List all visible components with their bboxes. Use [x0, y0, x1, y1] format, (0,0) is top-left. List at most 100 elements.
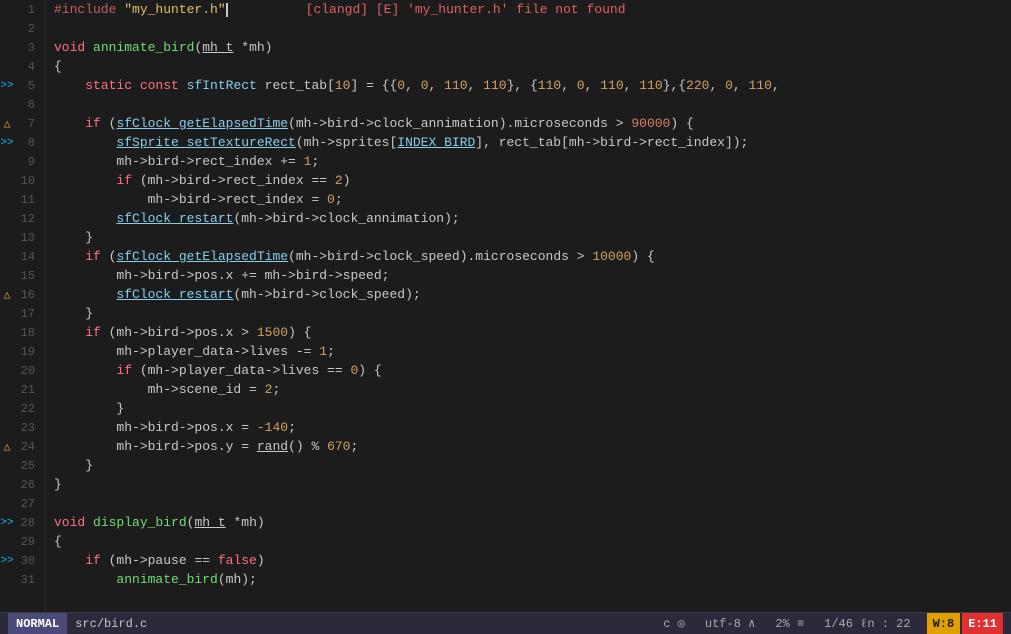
code-token — [54, 76, 85, 95]
code-token: { — [54, 532, 62, 551]
code-token: (mh->bird->rect_index == — [140, 171, 335, 190]
code-token: mh->player_data->lives -= — [54, 342, 319, 361]
gutter-row-16: △ 16 — [0, 285, 41, 304]
code-token: } — [54, 456, 93, 475]
code-token: if — [85, 323, 108, 342]
code-token — [54, 570, 116, 589]
code-token: ; — [311, 152, 319, 171]
code-lines[interactable]: #include "my_hunter.h" [clangd] [E] 'my_… — [46, 0, 1011, 612]
gutter-row-5: >> 5 — [0, 76, 41, 95]
code-token: const — [140, 76, 187, 95]
editor: 1 2 3 4 >> 5 6 △ — [0, 0, 1011, 634]
code-token — [54, 285, 116, 304]
code-token: ) { — [288, 323, 311, 342]
linenum-19: 19 — [17, 345, 35, 359]
code-token: ( — [194, 38, 202, 57]
linenum-23: 23 — [17, 421, 35, 435]
code-line-8: sfSprite_setTextureRect(mh->sprites[INDE… — [46, 133, 1011, 152]
code-token: 220 — [686, 76, 709, 95]
code-line-7: if (sfClock_getElapsedTime(mh->bird->clo… — [46, 114, 1011, 133]
status-encoding: utf-8 ∧ — [705, 616, 755, 631]
code-token: ] = {{ — [350, 76, 397, 95]
code-token — [54, 551, 85, 570]
linenum-16: 16 — [17, 288, 35, 302]
code-token: } — [54, 475, 62, 494]
code-token: 2 — [265, 380, 273, 399]
gutter-row-14: 14 — [0, 247, 41, 266]
code-token: , — [405, 76, 421, 95]
code-token: () % — [288, 437, 327, 456]
linenum-26: 26 — [17, 478, 35, 492]
code-token: INDEX_BIRD — [397, 133, 475, 152]
code-token: } — [54, 304, 93, 323]
status-section-c: c ◎ — [663, 616, 685, 631]
gutter-row-12: 12 — [0, 209, 41, 228]
code-line-19: mh->player_data->lives -= 1; — [46, 342, 1011, 361]
code-token: (mh->sprites[ — [296, 133, 397, 152]
code-line-25: } — [46, 456, 1011, 475]
code-token: , — [561, 76, 577, 95]
code-token: 1500 — [257, 323, 288, 342]
code-token: 0 — [725, 76, 733, 95]
linenum-10: 10 — [17, 174, 35, 188]
linenum-8: 8 — [17, 136, 35, 150]
code-token: 10 — [335, 76, 351, 95]
gutter-row-15: 15 — [0, 266, 41, 285]
code-line-29: { — [46, 532, 1011, 551]
code-line-21: mh->scene_id = 2; — [46, 380, 1011, 399]
linenum-1: 1 — [17, 3, 35, 17]
code-token: 0 — [327, 190, 335, 209]
code-token: sfIntRect — [187, 76, 265, 95]
code-line-2 — [46, 19, 1011, 38]
code-token: -140 — [257, 418, 288, 437]
linenum-7: 7 — [17, 117, 35, 131]
code-token: mh->bird->pos.x += mh->bird->speed; — [54, 266, 389, 285]
code-token: ( — [109, 114, 117, 133]
gutter-row-28: >> 28 — [0, 513, 41, 532]
code-token: } — [54, 228, 93, 247]
code-line-20: if (mh->player_data->lives == 0) { — [46, 361, 1011, 380]
code-line-9: mh->bird->rect_index += 1; — [46, 152, 1011, 171]
code-line-24: mh->bird->pos.y = rand() % 670; — [46, 437, 1011, 456]
code-line-10: if (mh->bird->rect_index == 2) — [46, 171, 1011, 190]
code-line-16: sfClock_restart(mh->bird->clock_speed); — [46, 285, 1011, 304]
linenum-30: 30 — [17, 554, 35, 568]
code-token: 670 — [327, 437, 350, 456]
code-token — [54, 209, 116, 228]
linenum-9: 9 — [17, 155, 35, 169]
code-token: , — [733, 76, 749, 95]
gutter-row-7: △ 7 — [0, 114, 41, 133]
code-line-6 — [46, 95, 1011, 114]
code-token: rect_tab[ — [265, 76, 335, 95]
code-token: ) { — [670, 114, 693, 133]
gutter-row-18: 18 — [0, 323, 41, 342]
code-token: (mh->player_data->lives == — [140, 361, 351, 380]
code-token: false — [218, 551, 257, 570]
code-token: ; — [335, 190, 343, 209]
code-token: mh_t — [194, 513, 225, 532]
code-token: annimate_bird — [116, 570, 217, 589]
code-token: 110 — [600, 76, 623, 95]
linenum-11: 11 — [17, 193, 35, 207]
linenum-12: 12 — [17, 212, 35, 226]
code-line-5: static const sfIntRect rect_tab[10] = {{… — [46, 76, 1011, 95]
gutter-row-23: 23 — [0, 418, 41, 437]
gutter-row-10: 10 — [0, 171, 41, 190]
code-token: 0 — [397, 76, 405, 95]
status-position: 1/46 ℓn : 22 — [824, 617, 910, 631]
gutter-row-26: 26 — [0, 475, 41, 494]
code-line-1: #include "my_hunter.h" [clangd] [E] 'my_… — [46, 0, 1011, 19]
status-percent: 2% ≡ — [775, 617, 804, 631]
code-line-12: sfClock_restart(mh->bird->clock_annimati… — [46, 209, 1011, 228]
code-token: },{ — [663, 76, 686, 95]
gutter-row-29: 29 — [0, 532, 41, 551]
code-line-11: mh->bird->rect_index = 0; — [46, 190, 1011, 209]
code-token: sfSprite_setTextureRect — [116, 133, 295, 152]
gutter-ind-28: >> — [0, 517, 14, 529]
code-token: mh_t — [202, 38, 233, 57]
code-line-28: void display_bird(mh_t *mh) — [46, 513, 1011, 532]
code-line-27 — [46, 494, 1011, 513]
gutter-row-2: 2 — [0, 19, 41, 38]
code-token: sfClock_restart — [116, 209, 233, 228]
code-token: mh->scene_id = — [54, 380, 265, 399]
